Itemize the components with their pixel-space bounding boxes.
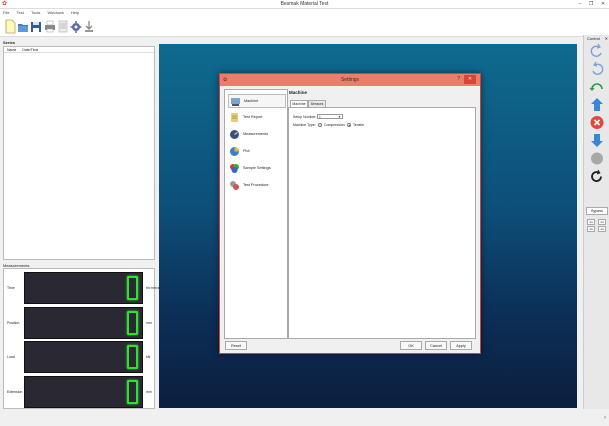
- settings-gear-icon[interactable]: [70, 19, 82, 34]
- test-report-icon: [229, 112, 240, 123]
- settings-page: Machine Machine Sensors Setup Number: 1 …: [288, 89, 478, 339]
- tensile-label: Tensile: [353, 123, 364, 127]
- position-display: [24, 307, 143, 339]
- chevron-down-icon: ▼: [338, 115, 341, 119]
- status-help-icon[interactable]: ?: [604, 415, 606, 420]
- new-file-icon[interactable]: [4, 19, 16, 34]
- nav-machine[interactable]: Machine: [228, 94, 286, 108]
- menu-bar: File Test Tools Windows Help: [0, 9, 609, 17]
- column-name[interactable]: Name: [7, 48, 16, 52]
- bypass-button[interactable]: Bypass: [586, 207, 608, 215]
- open-folder-icon[interactable]: [17, 19, 29, 34]
- report-icon[interactable]: [57, 19, 69, 34]
- time-label: Time: [7, 286, 15, 290]
- restore-icon[interactable]: ❐: [586, 0, 596, 8]
- cancel-button[interactable]: Cancel: [425, 341, 447, 350]
- measurements-icon: [229, 129, 240, 140]
- series-list[interactable]: Name Date/Time: [3, 46, 155, 260]
- extension-unit: mm: [146, 390, 152, 394]
- sample-settings-icon: [229, 163, 240, 174]
- stop-icon[interactable]: [589, 115, 605, 130]
- menu-tools[interactable]: Tools: [31, 9, 40, 17]
- window-title: Besmak Material Test: [280, 1, 329, 7]
- nav-sample-settings[interactable]: Sample Settings: [228, 162, 286, 176]
- load-display: [24, 341, 143, 373]
- record-icon[interactable]: [589, 151, 605, 166]
- plot-pie-icon: [229, 146, 240, 157]
- nav-test-report[interactable]: Test Report: [228, 111, 286, 125]
- page-title: Machine: [289, 90, 308, 95]
- position-digit: [127, 311, 138, 335]
- status-bar: ?: [0, 412, 609, 426]
- dialog-title-bar: ✿ Settings ? ✕: [220, 74, 480, 86]
- test-procedure-icon: [229, 180, 240, 191]
- setup-number-value: 1: [319, 115, 321, 119]
- extension-digit: [127, 380, 138, 404]
- print-icon[interactable]: [44, 19, 56, 34]
- menu-file[interactable]: File: [3, 9, 9, 17]
- ok-button[interactable]: OK: [400, 341, 422, 350]
- apply-button[interactable]: Apply: [450, 341, 472, 350]
- nav-plot[interactable]: Plot: [228, 145, 286, 159]
- machine-type-label: Machine Type:: [293, 123, 316, 127]
- cycle-icon[interactable]: [589, 79, 605, 94]
- measurements-panel: Time hh:mm:ss Position mm Load kN Extens…: [3, 268, 161, 409]
- nav-measurements-label: Measurements: [243, 132, 269, 136]
- jog-button-4[interactable]: -0+: [598, 226, 606, 232]
- menu-test[interactable]: Test: [17, 9, 24, 17]
- dialog-help-icon[interactable]: ?: [457, 76, 460, 82]
- move-up-icon[interactable]: [589, 97, 605, 112]
- toolbar: [0, 17, 609, 37]
- minimize-icon[interactable]: –: [575, 0, 585, 8]
- load-unit: kN: [146, 355, 151, 359]
- dialog-close-icon[interactable]: ✕: [464, 75, 476, 84]
- load-label: Load: [7, 355, 15, 359]
- rotate-right-icon[interactable]: [589, 61, 605, 76]
- refresh-icon[interactable]: [589, 169, 605, 184]
- radio-compression[interactable]: [318, 123, 322, 127]
- machine-tab-pane: Setup Number: 1 ▼ Machine Type: Compress…: [288, 107, 476, 339]
- extension-display: [24, 376, 143, 408]
- nav-machine-label: Machine: [244, 99, 259, 103]
- nav-test-procedure[interactable]: Test Procedure: [228, 179, 286, 193]
- jog-button-1[interactable]: -0+: [587, 219, 595, 225]
- setup-number-label: Setup Number:: [293, 115, 317, 119]
- nav-test-report-label: Test Report: [243, 115, 263, 119]
- menu-help[interactable]: Help: [71, 9, 79, 17]
- series-label: Series: [3, 40, 16, 45]
- nav-plot-label: Plot: [243, 149, 250, 153]
- radio-tensile[interactable]: [347, 123, 351, 127]
- jog-button-3[interactable]: -0+: [587, 226, 595, 232]
- position-label: Position: [7, 321, 20, 325]
- settings-dialog: ✿ Settings ? ✕ Machine Test Report Measu…: [219, 73, 481, 354]
- tab-sensors[interactable]: Sensors: [308, 100, 326, 107]
- extension-label: Extension: [7, 390, 23, 394]
- nav-measurements[interactable]: Measurements: [228, 128, 286, 142]
- save-icon[interactable]: [30, 19, 42, 34]
- load-digit: [127, 345, 138, 369]
- download-icon[interactable]: [83, 19, 95, 34]
- control-panel: Control ✕ Bypass -0+ -0+ -0+ -0+: [583, 35, 609, 409]
- position-unit: mm: [146, 321, 152, 325]
- title-bar: ✿ Besmak Material Test – ❐ ✕: [0, 0, 609, 9]
- series-header: Name Date/Time: [4, 47, 154, 53]
- close-window-icon[interactable]: ✕: [598, 0, 608, 8]
- control-close-icon[interactable]: ✕: [605, 36, 608, 41]
- setup-number-select[interactable]: 1 ▼: [317, 114, 343, 119]
- nav-test-procedure-label: Test Procedure: [243, 183, 269, 187]
- column-datetime[interactable]: Date/Time: [22, 48, 38, 52]
- rotate-left-icon[interactable]: [589, 43, 605, 58]
- settings-nav-list: Machine Test Report Measurements Plot Sa…: [224, 89, 288, 339]
- control-title: Control: [587, 36, 600, 41]
- menu-windows[interactable]: Windows: [48, 9, 64, 17]
- compression-label: Compression: [324, 123, 345, 127]
- reset-button[interactable]: Reset: [225, 341, 247, 350]
- dialog-title: Settings: [340, 77, 360, 83]
- nav-sample-settings-label: Sample Settings: [243, 166, 271, 170]
- time-display: [24, 272, 143, 304]
- jog-button-2[interactable]: -0+: [598, 219, 606, 225]
- machine-icon: [230, 96, 241, 107]
- move-down-icon[interactable]: [589, 133, 605, 148]
- time-digit: [127, 276, 138, 300]
